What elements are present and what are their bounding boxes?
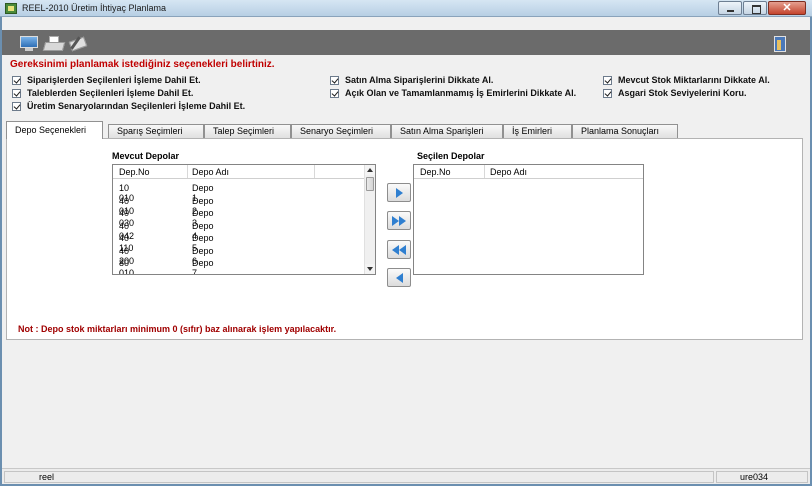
depot-options-panel: Mevcut Depolar Dep.No Depo Adı 10 010 Dep… [6,138,803,340]
dep-no-cell: 80 010 [119,258,135,275]
selected-depots-list[interactable]: Dep.No Depo Adı [413,164,644,275]
window-title: REEL-2010 Üretim İhtiyaç Planlama [22,3,167,13]
move-all-right-button[interactable] [387,211,411,230]
option-requests[interactable]: Taleblerden Seçilenleri İşleme Dahil Et. [12,88,193,98]
option-min-stock-label: Asgari Stok Seviyelerini Koru. [618,88,747,98]
move-left-icon [396,273,403,283]
option-orders-label: Siparişlerden Seçilenleri İşleme Dahil E… [27,75,201,85]
available-depots-title: Mevcut Depolar [112,151,180,161]
tab-planlama-sonuclari[interactable]: Planlama Sonuçları [572,124,678,138]
move-all-left-button[interactable] [387,240,411,259]
tab-is-emirleri[interactable]: İş Emirleri [503,124,572,138]
option-requests-label: Taleblerden Seçilenleri İşleme Dahil Et. [27,88,194,98]
tab-satin-alma-siparisleri[interactable]: Satın Alma Sparişleri [391,124,503,138]
maximize-button[interactable] [743,1,767,15]
col-dep-no: Dep.No [420,167,451,177]
column-separator [314,165,315,178]
option-stock-quantities[interactable]: Mevcut Stok Miktarlarını Dikkate Al. [603,75,770,85]
move-all-left-icon [392,245,399,255]
exit-door-icon[interactable] [770,36,790,52]
monitor-icon[interactable] [19,36,39,52]
title-bar: REEL-2010 Üretim İhtiyaç Planlama ✕ [0,0,812,17]
status-user: reel [4,471,714,483]
depo-adi-cell: Depo 7 [192,258,214,275]
printer-icon[interactable] [42,36,66,52]
column-separator [187,165,188,178]
col-dep-no: Dep.No [119,167,150,177]
move-all-right-icon [399,216,406,226]
col-depo-adi: Depo Adı [490,167,528,177]
close-icon: ✕ [782,2,792,14]
minimize-button[interactable] [718,1,742,15]
move-all-right-icon [392,216,399,226]
col-depo-adi: Depo Adı [192,167,230,177]
column-separator [484,165,485,178]
option-open-work-orders[interactable]: Açık Olan ve Tamamlanmamış İş Emirlerini… [330,88,576,98]
tab-senaryo-secimleri[interactable]: Senaryo Seçimleri [291,124,391,138]
status-bar: reel ure034 [2,468,810,484]
option-open-work-orders-label: Açık Olan ve Tamamlanmamış İş Emirlerini… [345,88,577,98]
checkbox-purchase-orders[interactable] [330,75,339,85]
close-button[interactable]: ✕ [768,1,806,15]
status-form-code: ure034 [716,471,808,483]
options-heading: Gereksinimi planlamak istediğiniz seçene… [10,59,275,70]
checkbox-open-work-orders[interactable] [330,88,339,98]
option-purchase-orders-label: Satın Alma Siparişlerini Dikkate Al. [345,75,494,85]
tools-icon[interactable] [68,36,88,52]
option-purchase-orders[interactable]: Satın Alma Siparişlerini Dikkate Al. [330,75,493,85]
checkbox-requests[interactable] [12,88,21,98]
selected-depots-header: Dep.No Depo Adı [414,165,643,179]
main-window: Gereksinimi planlamak istediğiniz seçene… [2,17,810,484]
move-right-icon [396,188,403,198]
checkbox-scenarios[interactable] [12,101,21,111]
selected-depots-title: Seçilen Depolar [417,151,485,161]
checkbox-stock-quantities[interactable] [603,75,612,85]
move-all-left-icon [399,245,406,255]
scroll-down-icon[interactable] [365,264,375,274]
window-controls: ✕ [717,1,806,15]
app-icon [5,3,17,14]
vertical-scrollbar[interactable] [364,165,375,274]
scroll-up-icon[interactable] [365,165,375,175]
move-left-button[interactable] [387,268,411,287]
option-min-stock[interactable]: Asgari Stok Seviyelerini Koru. [603,88,747,98]
scroll-thumb[interactable] [366,177,374,191]
stock-note: Not : Depo stok miktarları minimum 0 (sı… [18,324,337,334]
checkbox-orders[interactable] [12,75,21,85]
toolbar [2,17,810,55]
option-scenarios[interactable]: Üretim Senaryolarından Seçilenleri İşlem… [12,101,245,111]
toolbar-spacer [2,17,810,30]
available-depots-list[interactable]: Dep.No Depo Adı 10 010 Depo 1 40 010 Depo … [112,164,376,275]
option-stock-quantities-label: Mevcut Stok Miktarlarını Dikkate Al. [618,75,770,85]
available-depots-header: Dep.No Depo Adı [113,165,375,179]
checkbox-min-stock[interactable] [603,88,612,98]
tab-talep-secimleri[interactable]: Talep Seçimleri [204,124,291,138]
tab-siparis-secimleri[interactable]: Sparış Seçimleri [108,124,204,138]
option-scenarios-label: Üretim Senaryolarından Seçilenleri İşlem… [27,101,246,111]
option-orders[interactable]: Siparişlerden Seçilenleri İşleme Dahil E… [12,75,201,85]
move-right-button[interactable] [387,183,411,202]
tab-depo-secenekleri[interactable]: Depo Seçenekleri [6,121,103,139]
